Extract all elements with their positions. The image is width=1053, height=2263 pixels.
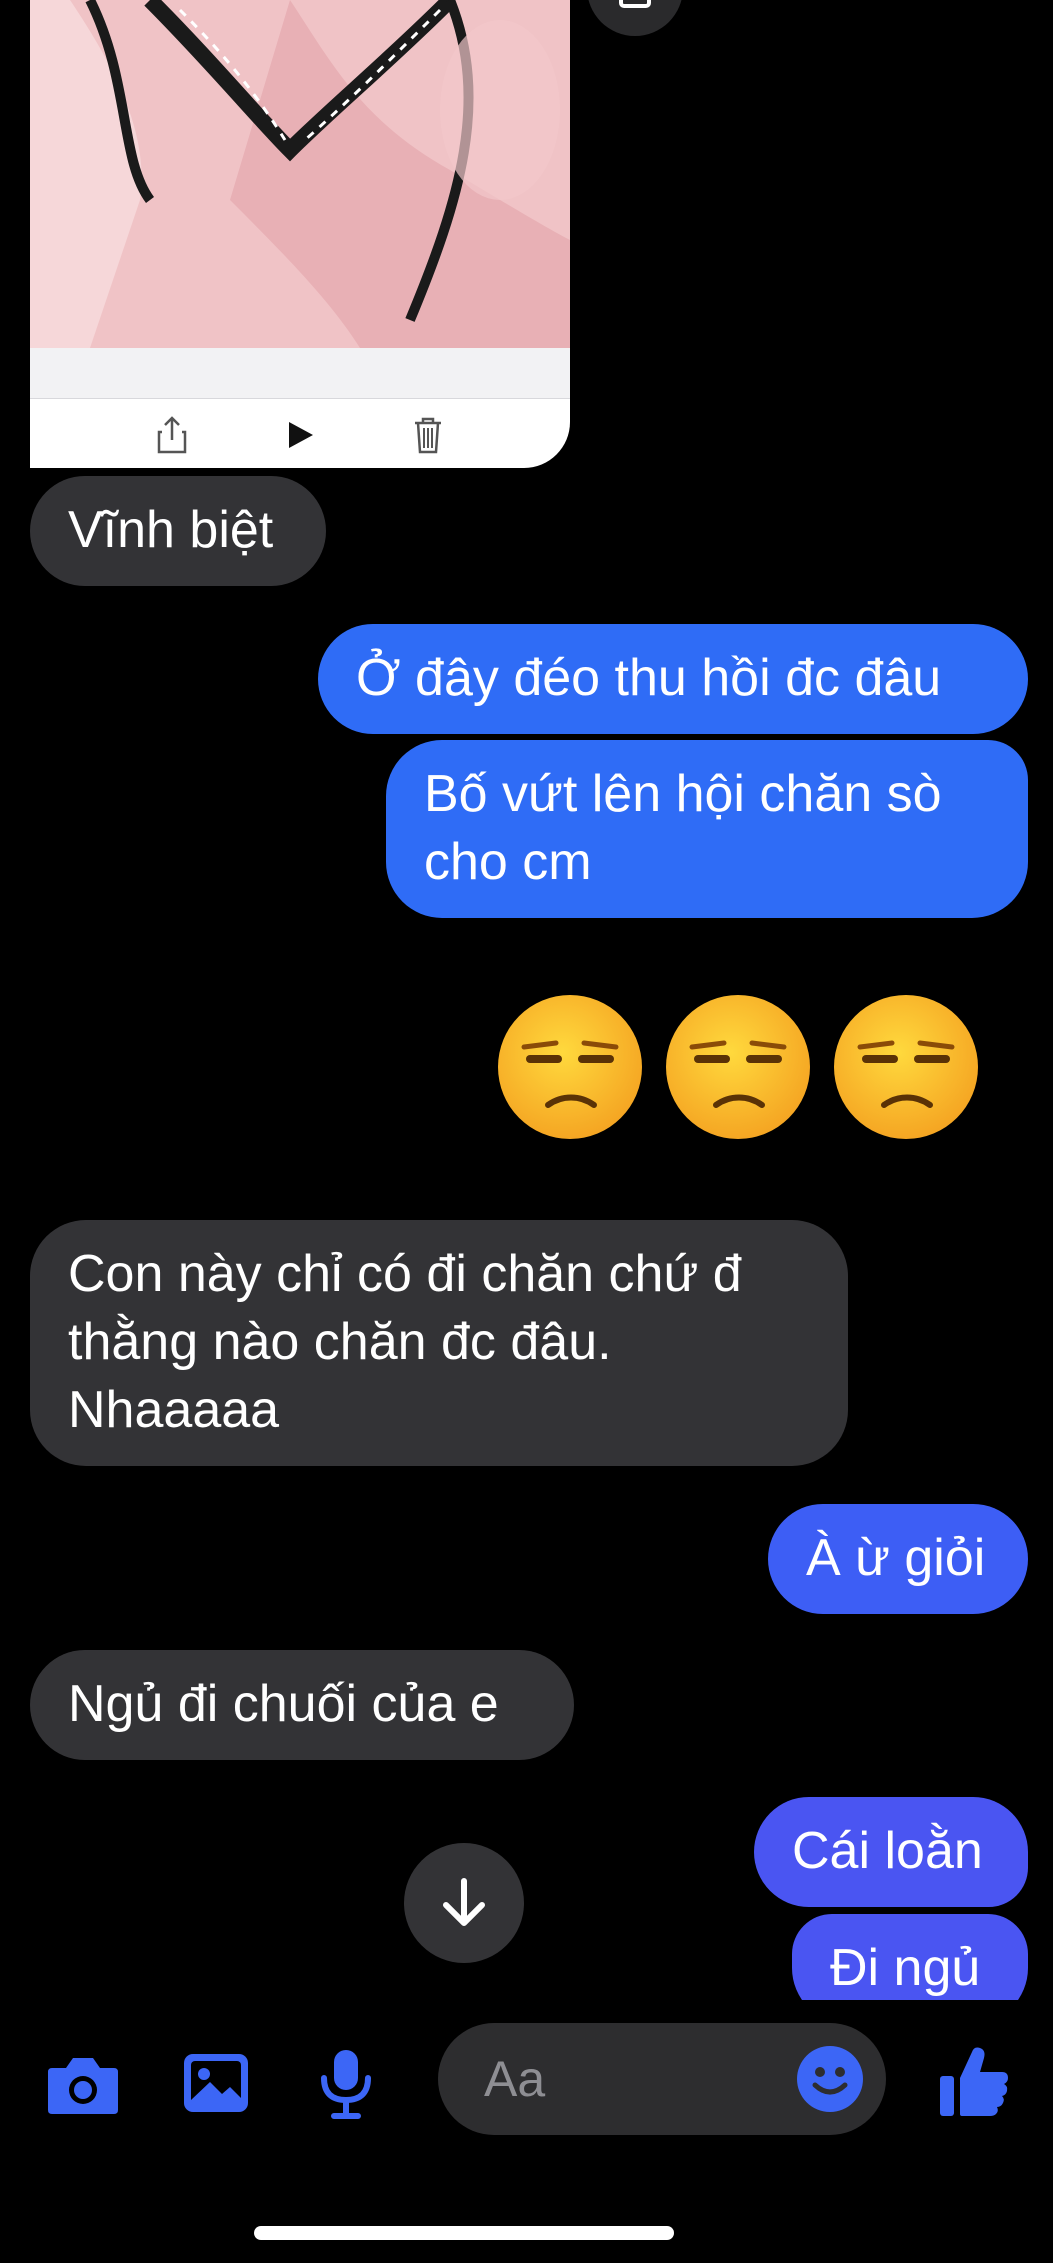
message-input[interactable]: Aa <box>438 2023 886 2135</box>
image-attachment[interactable] <box>30 0 570 468</box>
thumbs-up-icon[interactable] <box>938 2044 1010 2118</box>
incoming-message[interactable]: Vĩnh biệt <box>30 476 326 586</box>
unamused-face-emoji <box>498 995 642 1139</box>
outgoing-message[interactable]: À ừ giỏi <box>768 1504 1028 1614</box>
media-options-button[interactable] <box>587 0 683 36</box>
message-input-placeholder: Aa <box>484 2051 546 2107</box>
arrow-down-icon <box>443 1878 485 1926</box>
message-composer: Aa <box>0 2000 1053 2170</box>
image-icon[interactable] <box>182 2052 250 2114</box>
smile-icon[interactable] <box>796 2045 864 2113</box>
play-icon[interactable] <box>285 416 315 452</box>
messenger-screen: Vĩnh biệt Ở đây đéo thu hồi đc đâu Bố vứ… <box>0 0 1053 2263</box>
emoji-message[interactable] <box>496 993 986 1143</box>
unamused-face-emoji <box>666 995 810 1139</box>
attachment-photo[interactable] <box>30 0 570 348</box>
trash-icon[interactable] <box>413 416 443 453</box>
attachment-toolbar <box>30 399 570 468</box>
incoming-message[interactable]: Ngủ đi chuối của e <box>30 1650 574 1760</box>
message-thread[interactable]: Vĩnh biệt Ở đây đéo thu hồi đc đâu Bố vứ… <box>0 0 1053 2000</box>
unamused-face-emoji <box>834 995 978 1139</box>
outgoing-message[interactable]: Bố vứt lên hội chăn sò cho cm <box>386 740 1028 918</box>
outgoing-message[interactable]: Đi ngủ <box>792 1914 1028 2000</box>
home-indicator[interactable] <box>254 2226 674 2240</box>
share-icon[interactable] <box>157 415 187 453</box>
scroll-to-bottom-button[interactable] <box>404 1843 524 1963</box>
outgoing-message[interactable]: Cái loằn <box>754 1797 1028 1907</box>
camera-icon[interactable] <box>46 2054 120 2116</box>
outgoing-message[interactable]: Ở đây đéo thu hồi đc đâu <box>318 624 1028 734</box>
incoming-message[interactable]: Con này chỉ có đi chăn chứ đ thằng nào c… <box>30 1220 848 1466</box>
attachment-spacer <box>30 348 570 399</box>
microphone-icon[interactable] <box>318 2048 374 2120</box>
